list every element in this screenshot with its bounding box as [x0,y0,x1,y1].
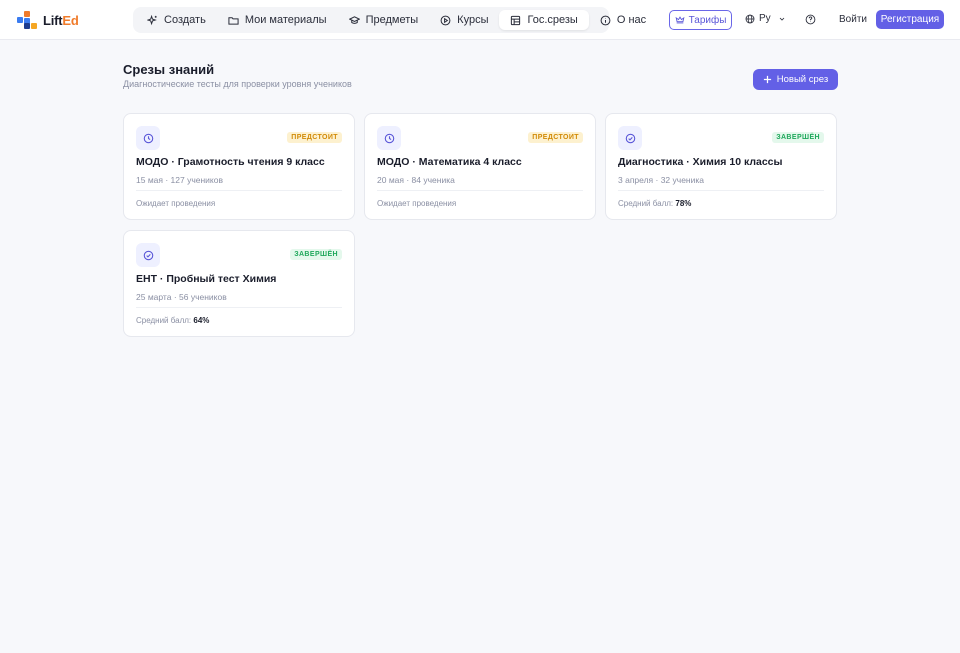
nav-item-courses[interactable]: Курсы [429,10,499,30]
login-link[interactable]: Войти [839,14,867,25]
card-footer: Ожидает проведения [377,199,457,208]
srez-card[interactable]: ЗАВЕРШЁН Диагностика · Химия 10 классы 3… [605,113,837,220]
plus-icon [763,75,771,84]
card-icon-box [136,243,160,267]
nav-item-label: Курсы [457,14,489,26]
status-badge: ЗАВЕРШЁН [772,132,824,143]
grid-doc-icon [511,15,521,25]
card-footer: Средний балл: 64% [136,316,209,325]
card-divider [377,190,583,191]
card-icon-box [618,126,642,150]
play-circle-icon [440,15,451,25]
card-divider [136,307,342,308]
card-icon-box [136,126,160,150]
page-subtitle: Диагностические тесты для проверки уровн… [123,79,352,89]
card-footer: Средний балл: 78% [618,199,691,208]
nav-item-my-materials[interactable]: Мои материалы [217,10,338,30]
globe-icon [745,14,755,23]
card-title: ЕНТ · Пробный тест Химия [136,273,277,285]
page-title: Срезы знаний [123,62,215,77]
average-score-label: Средний балл: [136,316,192,325]
card-meta: 3 апреля · 32 ученика [618,175,705,185]
nav-item-label: О нас [616,14,647,26]
check-circle-icon [143,250,153,260]
register-button[interactable]: Регистрация [876,10,944,29]
nav-item-label: Создать [164,14,206,26]
clock-icon [384,133,394,143]
help-icon[interactable] [805,14,816,25]
average-score-value: 78% [675,199,692,208]
main-nav: Создать Мои материалы Предметы Курсы Гос… [133,7,646,33]
top-bar: LiftEd Создать Мои материалы Предметы Ку… [0,0,960,40]
card-title: МОДО · Математика 4 класс [377,156,522,168]
srez-card[interactable]: ПРЕДСТОИТ МОДО · Грамотность чтения 9 кл… [123,113,355,220]
tariffs-button[interactable]: Тарифы [669,10,732,30]
card-divider [136,190,342,191]
language-selector[interactable]: Ру [745,13,786,24]
sparkle-icon [147,14,157,25]
nav-item-label: Мои материалы [244,14,327,26]
card-meta: 15 мая · 127 учеников [136,175,223,185]
clock-icon [143,133,153,143]
graduation-cap-icon [348,15,360,24]
card-footer: Ожидает проведения [136,199,216,208]
card-meta: 25 марта · 56 учеников [136,292,227,302]
logo-text: LiftEd [43,12,79,28]
chevron-down-icon [779,17,784,21]
srez-card[interactable]: ПРЕДСТОИТ МОДО · Математика 4 класс 20 м… [364,113,596,220]
new-srez-label: Новый срез [776,74,829,85]
language-label: Ру [759,13,771,24]
info-icon [600,15,611,25]
nav-item-gos-srezy[interactable]: Гос.срезы [499,10,589,30]
card-icon-box [377,126,401,150]
card-meta: 20 мая · 84 ученика [377,175,455,185]
nav-item-label: Гос.срезы [527,14,578,26]
tariffs-label: Тарифы [688,14,727,26]
average-score-value: 64% [193,316,210,325]
srez-card[interactable]: ЗАВЕРШЁН ЕНТ · Пробный тест Химия 25 мар… [123,230,355,337]
new-srez-button[interactable]: Новый срез [753,69,838,90]
nav-item-subjects[interactable]: Предметы [338,10,430,30]
status-badge: ПРЕДСТОИТ [528,132,583,143]
check-circle-icon [625,133,635,143]
crown-icon [675,16,685,24]
status-badge: ЗАВЕРШЁН [290,249,342,260]
nav-item-label: Предметы [365,14,419,26]
logo-mark-icon [17,11,37,29]
card-title: Диагностика · Химия 10 классы [618,156,783,168]
card-title: МОДО · Грамотность чтения 9 класс [136,156,325,168]
card-divider [618,190,824,191]
average-score-label: Средний балл: [618,199,674,208]
nav-item-about[interactable]: О нас [589,10,657,30]
folder-icon [228,16,239,25]
status-badge: ПРЕДСТОИТ [287,132,342,143]
nav-item-create[interactable]: Создать [136,10,217,30]
logo[interactable]: LiftEd [17,11,79,29]
